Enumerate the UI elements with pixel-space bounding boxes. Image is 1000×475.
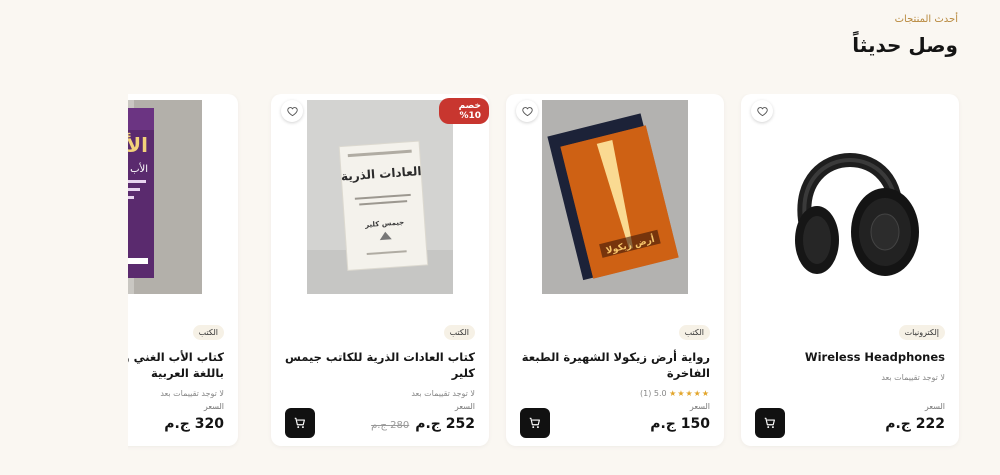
product-image[interactable]	[777, 100, 923, 294]
price: 252 ج.م	[415, 416, 475, 432]
section-header: أحدث المنتجات وصل حديثاً	[852, 14, 958, 57]
product-card-rich-dad[interactable]: الأب الغني الأب الفقير الكتب كتاب الأب ا…	[128, 94, 238, 446]
price-label: السعر	[689, 402, 710, 411]
product-card-zikola[interactable]: أرض زيكولا الكتب رواية أرض زيكولا الشهير…	[506, 94, 724, 446]
add-to-cart-button[interactable]	[285, 408, 315, 438]
product-name[interactable]: كتاب الأب الغني والأب الفقير باللغة العر…	[128, 349, 224, 381]
rating-text: لا توجد تقييمات بعد	[160, 389, 224, 398]
headphones-photo	[777, 100, 923, 294]
product-card-atomic-habits[interactable]: العادات الذرية جيمس كلير خصم 10% الكتب ك…	[271, 94, 489, 446]
product-info: الكتب رواية أرض زيكولا الشهيرة الطبعة ال…	[506, 306, 724, 446]
price-row: 252 ج.م 280 ج.م	[371, 416, 475, 432]
cart-icon	[764, 417, 775, 429]
category-badge[interactable]: إلكترونيات	[898, 325, 945, 340]
zikola-book-photo: أرض زيكولا	[542, 100, 688, 294]
product-image[interactable]: العادات الذرية جيمس كلير	[307, 100, 453, 294]
add-to-cart-button[interactable]	[520, 408, 550, 438]
product-card-headphones[interactable]: إلكترونيات Wireless Headphones لا توجد ت…	[741, 94, 959, 446]
heart-icon	[286, 106, 298, 116]
price-label: السعر	[454, 402, 475, 411]
cart-icon	[529, 417, 540, 429]
product-info: الكتب كتاب الأب الغني والأب الفقير باللغ…	[128, 306, 238, 446]
category-badge[interactable]: الكتب	[192, 325, 224, 340]
wishlist-button[interactable]	[281, 100, 303, 122]
page: أحدث المنتجات وصل حديثاً الأب الغني الأب…	[0, 0, 1000, 475]
add-to-cart-button[interactable]	[755, 408, 785, 438]
rating-text: لا توجد تقييمات بعد	[411, 389, 475, 398]
product-image[interactable]: الأب الغني الأب الفقير	[128, 100, 202, 294]
product-carousel[interactable]: الأب الغني الأب الفقير الكتب كتاب الأب ا…	[128, 94, 990, 454]
cover-title: الأب الغني	[128, 132, 148, 158]
product-image[interactable]: أرض زيكولا	[542, 100, 688, 294]
section-title: وصل حديثاً	[852, 33, 958, 57]
category-badge[interactable]: الكتب	[443, 325, 475, 340]
old-price: 280 ج.م	[371, 420, 410, 431]
heart-icon	[521, 106, 533, 116]
cart-icon	[294, 417, 305, 429]
cover-subtitle: الأب الفقير	[128, 162, 148, 175]
rich-dad-book-photo: الأب الغني الأب الفقير	[128, 100, 202, 294]
product-info: الكتب كتاب العادات الذرية للكاتب جيمس كل…	[271, 306, 489, 446]
wishlist-button[interactable]	[751, 100, 773, 122]
price: 150 ج.م	[650, 416, 710, 432]
rating-text: لا توجد تقييمات بعد	[881, 373, 945, 382]
product-name[interactable]: Wireless Headphones	[755, 349, 945, 365]
discount-badge: خصم 10%	[439, 98, 489, 124]
wishlist-button[interactable]	[516, 100, 538, 122]
price: 320 ج.م	[164, 416, 224, 432]
rating: ★★★★★ 5.0 (1)	[520, 389, 710, 398]
product-name[interactable]: كتاب العادات الذرية للكاتب جيمس كلير	[285, 349, 475, 381]
price-label: السعر	[203, 402, 224, 411]
product-name[interactable]: رواية أرض زيكولا الشهيرة الطبعة الفاخرة	[520, 349, 710, 381]
category-badge[interactable]: الكتب	[678, 325, 710, 340]
section-eyebrow: أحدث المنتجات	[894, 14, 958, 25]
star-rating-icons: ★★★★★	[669, 389, 710, 398]
price: 222 ج.م	[885, 416, 945, 432]
price-label: السعر	[924, 402, 945, 411]
heart-icon	[756, 106, 768, 116]
product-info: إلكترونيات Wireless Headphones لا توجد ت…	[741, 306, 959, 446]
atomic-habits-book-photo: العادات الذرية جيمس كلير	[307, 100, 453, 294]
rating-text: 5.0 (1)	[639, 389, 667, 398]
